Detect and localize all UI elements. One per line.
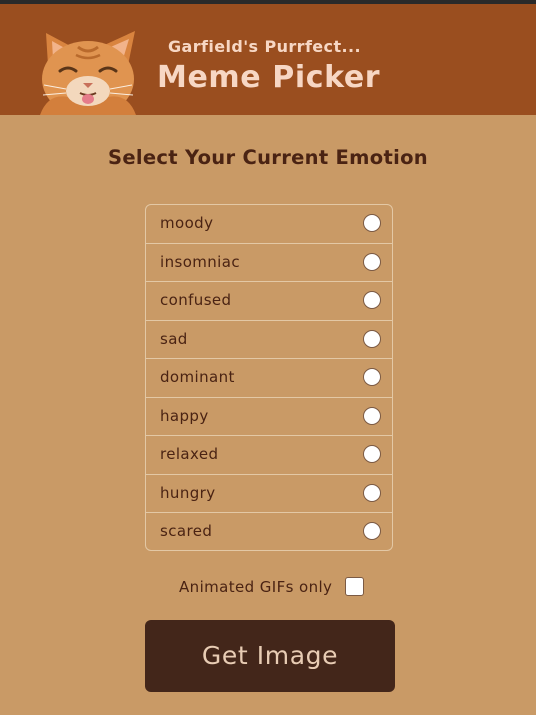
emotion-option[interactable]: dominant xyxy=(146,359,392,398)
emotion-label: hungry xyxy=(160,483,216,502)
emotion-label: moody xyxy=(160,214,214,232)
gif-checkbox-label[interactable]: Animated GIFs only xyxy=(179,578,332,596)
get-image-button[interactable]: Get Image xyxy=(145,620,395,692)
page-title: Meme Picker xyxy=(157,60,381,95)
radio-button[interactable] xyxy=(363,445,381,464)
radio-button[interactable] xyxy=(363,483,381,502)
emotion-label: happy xyxy=(160,406,209,425)
radio-button[interactable] xyxy=(363,329,381,348)
emotion-label: sad xyxy=(160,329,188,348)
cat-face-icon xyxy=(40,31,136,115)
emotion-option[interactable]: happy xyxy=(146,398,392,437)
radio-button[interactable] xyxy=(363,368,381,387)
radio-button[interactable] xyxy=(363,252,381,271)
radio-button[interactable] xyxy=(363,406,381,425)
radio-button[interactable] xyxy=(363,214,381,232)
emotion-option[interactable]: hungry xyxy=(146,475,392,514)
emotion-option[interactable]: moody xyxy=(146,205,392,244)
emotion-label: insomniac xyxy=(160,252,240,271)
emotion-option[interactable]: confused xyxy=(146,282,392,321)
emotion-option[interactable]: scared xyxy=(146,513,392,550)
emotion-heading: Select Your Current Emotion xyxy=(108,146,428,169)
emotion-option[interactable]: insomniac xyxy=(146,244,392,283)
emotion-label: dominant xyxy=(160,368,235,387)
header-subtitle: Garfield's Purrfect... xyxy=(168,37,361,56)
radio-button[interactable] xyxy=(363,291,381,310)
gif-option-row: Animated GIFs only xyxy=(0,576,536,598)
emotion-option[interactable]: sad xyxy=(146,321,392,360)
app-header: Garfield's Purrfect... Meme Picker xyxy=(0,4,536,115)
emotion-radio-list: moody insomniac confused sad dominant ha… xyxy=(145,204,393,551)
emotion-option[interactable]: relaxed xyxy=(146,436,392,475)
gif-checkbox[interactable] xyxy=(345,577,364,596)
emotion-label: scared xyxy=(160,522,213,541)
emotion-label: confused xyxy=(160,291,232,310)
radio-button[interactable] xyxy=(363,522,381,541)
emotion-label: relaxed xyxy=(160,445,219,464)
